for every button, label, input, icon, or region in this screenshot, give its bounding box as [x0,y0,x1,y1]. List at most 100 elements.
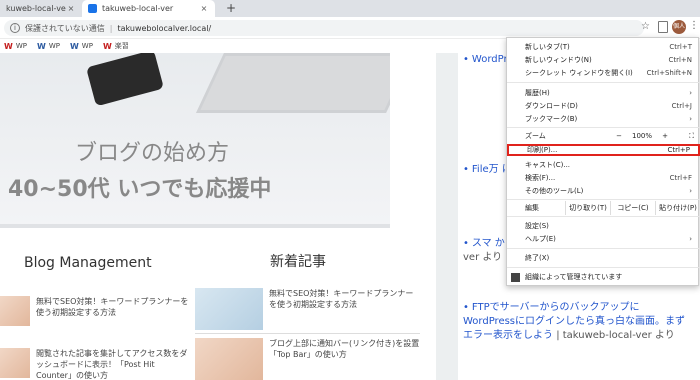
zoom-in-button[interactable]: + [654,132,676,140]
divider [507,267,700,268]
menu-item-label: シークレット ウィンドウを開く(I) [525,69,633,77]
bullet-icon: • [463,164,469,175]
article-title[interactable]: 無料でSEO対策！キーワードプランナーを使う初期設定する方法 [36,296,190,334]
thumbnail-image [0,296,30,326]
avatar[interactable]: 個人 [672,20,686,34]
content-area: Blog Management 新着記事 無料でSEO対策！キーワードプランナー… [0,228,430,380]
hero-banner[interactable]: ブログの始め方 40~50代 いつでも応援中 [0,53,390,228]
bullet-icon: • [463,302,469,313]
menu-item-label: 履歴(H) [525,89,550,97]
managed-notice[interactable]: 組織によって管理されています [507,270,700,284]
star-icon[interactable]: ☆ [641,21,650,32]
menu-item-downloads[interactable]: ダウンロード(D) Ctrl+J [507,100,700,112]
bookmark-item[interactable]: W 楽習 [103,41,129,51]
menu-item-label: 新しいウィンドウ(N) [525,56,592,64]
thumbnail-image [0,348,30,378]
thumbnail-image [195,338,263,380]
zoom-out-button[interactable]: − [608,132,630,140]
bookmark-label: WP [81,42,93,50]
menu-item-incognito[interactable]: シークレット ウィンドウを開く(I) Ctrl+Shift+N [507,67,700,79]
menu-item-label: ダウンロード(D) [525,102,578,110]
list-item[interactable]: 閲覧された記事を集計してアクセス数をダッシュボードに表示！「Post Hit C… [0,348,190,380]
zoom-control: ズーム − 100% + ⛶ [507,129,700,143]
zoom-value: 100% [631,132,652,140]
info-icon[interactable]: i [10,23,20,33]
address-bar[interactable]: i 保護されていない通信 | takuwebolocalver.local/ [4,20,644,36]
divider [507,248,700,249]
chevron-right-icon: › [689,115,692,123]
menu-item-label: 検索(F)... [525,174,556,182]
bookmark-item[interactable]: W WP [70,42,93,51]
menu-item-label: 終了(X) [525,254,550,262]
menu-item-bookmarks[interactable]: ブックマーク(B) › [507,113,700,125]
menu-item-label: その他のツール(L) [525,187,584,195]
chrome-menu: 新しいタブ(T) Ctrl+T 新しいウィンドウ(N) Ctrl+N シークレット … [506,37,700,286]
bookmark-item[interactable]: W WP [37,42,60,51]
tab-active[interactable]: takuweb-local-ver × [82,0,215,17]
sidebar-link[interactable]: • FTPでサーバーからのバックアップに WordPressにログインしたら真っ白… [463,301,693,343]
fullscreen-icon[interactable]: ⛶ [676,132,694,141]
cut-button[interactable]: 切り取り(T) [565,201,610,215]
paste-button[interactable]: 貼り付け(P) [655,201,700,215]
menu-item-more-tools[interactable]: その他のツール(L) › [507,185,700,197]
menu-item-exit[interactable]: 終了(X) [507,252,700,264]
menu-item-label: キャスト(C)... [525,161,571,169]
menu-item-new-window[interactable]: 新しいウィンドウ(N) Ctrl+N [507,54,700,66]
article-title[interactable]: 閲覧された記事を集計してアクセス数をダッシュボードに表示！「Post Hit C… [36,348,190,380]
menu-item-find[interactable]: 検索(F)... Ctrl+F [507,172,700,184]
hero-title: ブログの始め方 [75,141,230,166]
list-item[interactable]: 無料でSEO対策！キーワードプランナーを使う初期設定する方法 [195,288,420,330]
menu-item-cast[interactable]: キャスト(C)... [507,159,700,171]
shortcut-label: Ctrl+F [669,174,692,182]
hero-subtitle: 40~50代 いつでも応援中 [8,177,272,202]
divider [507,127,700,128]
bullet-icon: • [463,238,469,249]
phone-image [86,53,164,107]
list-item[interactable]: 無料でSEO対策！キーワードプランナーを使う初期設定する方法 [0,296,190,334]
extension-icon[interactable] [658,21,668,33]
list-item[interactable]: ブログ上部に通知バー(リンク付き)を設置「Top Bar」の使い方 [195,338,420,380]
close-icon[interactable]: × [66,4,76,13]
article-title[interactable]: ブログ上部に通知バー(リンク付き)を設置「Top Bar」の使い方 [269,338,420,376]
copy-button[interactable]: コピー(C) [610,201,655,215]
shortcut-label: Ctrl+J [671,102,692,110]
divider [195,333,420,334]
bookmark-icon: W [69,41,79,51]
bookmark-icon: W [102,41,112,51]
chevron-right-icon: › [689,187,692,195]
tab-label: takuweb-local-ver [102,4,174,13]
bullet-icon: • [463,54,469,65]
bookmark-icon: W [36,41,46,51]
divider [507,199,700,200]
tab-inactive[interactable]: kuweb-local-ver › ... × [0,0,82,17]
section-title: Blog Management [24,255,152,271]
new-tab-button[interactable]: + [224,1,238,15]
toolbar: i 保護されていない通信 | takuwebolocalver.local/ ☆… [0,17,700,39]
tab-label: kuweb-local-ver › ... [6,4,66,13]
shortcut-label: Ctrl+N [668,56,692,64]
bookmark-label: WP [15,42,27,50]
bookmark-item[interactable]: W WP [4,42,27,51]
zoom-label: ズーム [525,132,546,140]
close-icon[interactable]: × [199,4,209,13]
laptop-image [196,53,390,113]
bookmark-label: 楽習 [114,42,129,50]
shortcut-label: Ctrl+P [667,146,690,154]
menu-item-label: 設定(S) [525,222,549,230]
article-title[interactable]: 無料でSEO対策！キーワードプランナーを使う初期設定する方法 [269,288,420,326]
menu-item-print[interactable]: 印刷(P)... Ctrl+P [507,144,700,156]
menu-item-label: 印刷(P)... [527,146,558,154]
menu-item-settings[interactable]: 設定(S) [507,220,700,232]
bookmark-label: WP [48,42,60,50]
menu-item-history[interactable]: 履歴(H) › [507,87,700,99]
shortcut-label: Ctrl+Shift+N [646,69,692,77]
shortcut-label: Ctrl+T [669,43,692,51]
menu-item-help[interactable]: ヘルプ(E) › [507,233,700,245]
menu-item-new-tab[interactable]: 新しいタブ(T) Ctrl+T [507,41,700,53]
separator: | [109,23,113,33]
menu-icon[interactable]: ⋮ [689,21,699,31]
favicon-icon [88,4,97,13]
url-text: takuwebolocalver.local/ [117,23,212,33]
menu-item-label: 新しいタブ(T) [525,43,570,51]
chevron-right-icon: › [689,89,692,97]
